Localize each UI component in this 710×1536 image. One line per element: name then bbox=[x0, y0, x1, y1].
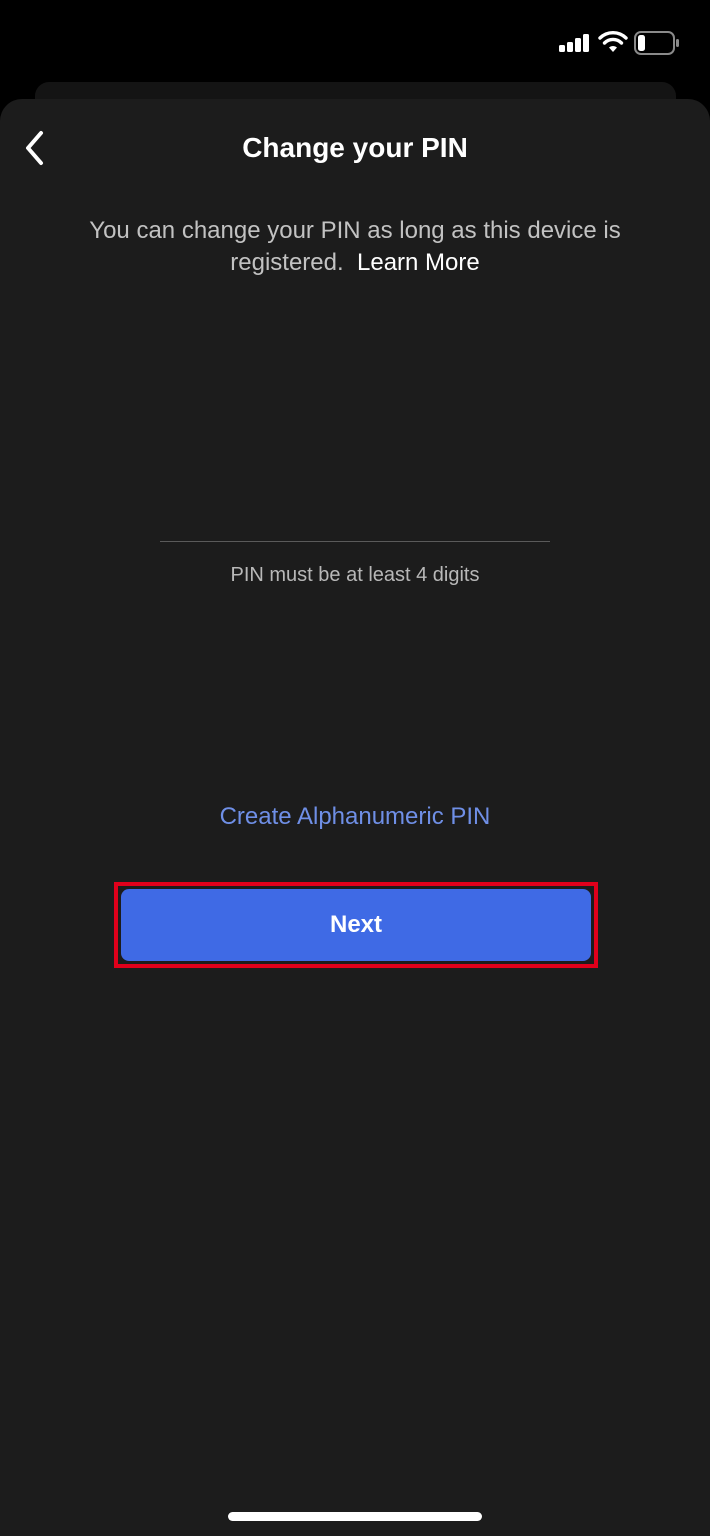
next-button[interactable]: Next bbox=[121, 889, 591, 961]
home-indicator[interactable] bbox=[228, 1512, 482, 1521]
screen: Change your PIN You can change your PIN … bbox=[0, 0, 710, 1536]
pin-hint: PIN must be at least 4 digits bbox=[230, 564, 480, 586]
description-text: You can change your PIN as long as this … bbox=[89, 217, 621, 276]
wifi-icon bbox=[598, 31, 628, 52]
page-title: Change your PIN bbox=[242, 132, 468, 163]
pin-input[interactable] bbox=[160, 480, 550, 542]
signal-icon bbox=[559, 34, 591, 52]
battery-icon bbox=[634, 31, 679, 55]
description: You can change your PIN as long as this … bbox=[60, 215, 650, 279]
status-bar bbox=[0, 0, 710, 90]
learn-more-link[interactable]: Learn More bbox=[357, 249, 480, 276]
create-alphanumeric-pin-link[interactable]: Create Alphanumeric PIN bbox=[0, 802, 710, 832]
